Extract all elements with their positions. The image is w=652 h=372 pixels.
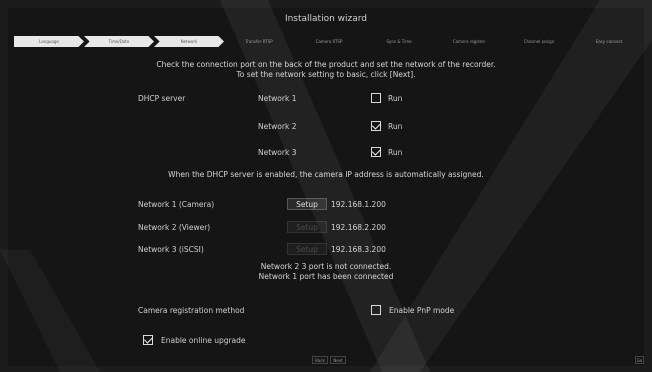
network-2-setup-button[interactable]: Setup (287, 221, 327, 233)
dhcp-network-1-run-checkbox[interactable] (371, 93, 381, 103)
next-button[interactable]: Next (330, 356, 346, 364)
dhcp-note: When the DHCP server is enabled, the cam… (168, 170, 484, 179)
network-2-ip: 192.168.2.200 (331, 223, 386, 232)
dhcp-network-2-run-checkbox[interactable] (371, 121, 381, 131)
pnp-mode-label: Enable PnP mode (389, 306, 455, 315)
step-camera-rtsp[interactable]: Camera RTSP (294, 36, 364, 47)
network-1-setup-button[interactable]: Setup (287, 198, 327, 210)
dhcp-network-1-label: Network 1 (258, 94, 297, 103)
network-2-label: Network 2 (Viewer) (138, 223, 211, 232)
instruction-line-2: To set the network setting to basic, cli… (236, 70, 416, 79)
step-language[interactable]: Language (14, 36, 84, 47)
step-channel-assign[interactable]: Channel assign (504, 36, 574, 47)
step-network[interactable]: Network (154, 36, 224, 47)
back-button[interactable]: Back (312, 356, 328, 364)
installation-wizard-window: Installation wizard Language Time/Date N… (8, 8, 644, 366)
network-3-ip: 192.168.3.200 (331, 245, 386, 254)
wizard-steps: Language Time/Date Network Transfer RTSP… (14, 36, 644, 47)
instruction-line-1: Check the connection port on the back of… (156, 60, 496, 69)
dhcp-network-1-run-label: Run (388, 94, 403, 103)
online-upgrade-label: Enable online upgrade (161, 336, 246, 345)
online-upgrade-checkbox[interactable] (143, 335, 153, 345)
step-time-date[interactable]: Time/Date (84, 36, 154, 47)
dhcp-network-3-run-label: Run (388, 148, 403, 157)
camera-registration-label: Camera registration method (138, 306, 245, 315)
step-sync-time[interactable]: Sync & Time (364, 36, 434, 47)
pnp-mode-checkbox[interactable] (371, 305, 381, 315)
wizard-title: Installation wizard (284, 14, 368, 24)
dhcp-server-label: DHCP server (138, 94, 186, 103)
dhcp-network-2-run-label: Run (388, 122, 403, 131)
network-1-ip: 192.168.1.200 (331, 200, 386, 209)
port-status-line-2: Network 1 port has been connected (258, 272, 394, 281)
network-3-label: Network 3 (iSCSI) (138, 245, 204, 254)
step-easy-connect[interactable]: Easy connect (574, 36, 644, 47)
network-3-setup-button[interactable]: Setup (287, 243, 327, 255)
right-nav-button[interactable]: Go (635, 356, 644, 364)
dhcp-network-3-label: Network 3 (258, 148, 297, 157)
network-1-label: Network 1 (Camera) (138, 200, 215, 209)
dhcp-network-2-label: Network 2 (258, 122, 297, 131)
dhcp-network-3-run-checkbox[interactable] (371, 147, 381, 157)
step-camera-register[interactable]: Camera register (434, 36, 504, 47)
step-transfer-rtsp[interactable]: Transfer RTSP (224, 36, 294, 47)
port-status-line-1: Network 2 3 port is not connected. (260, 262, 392, 271)
